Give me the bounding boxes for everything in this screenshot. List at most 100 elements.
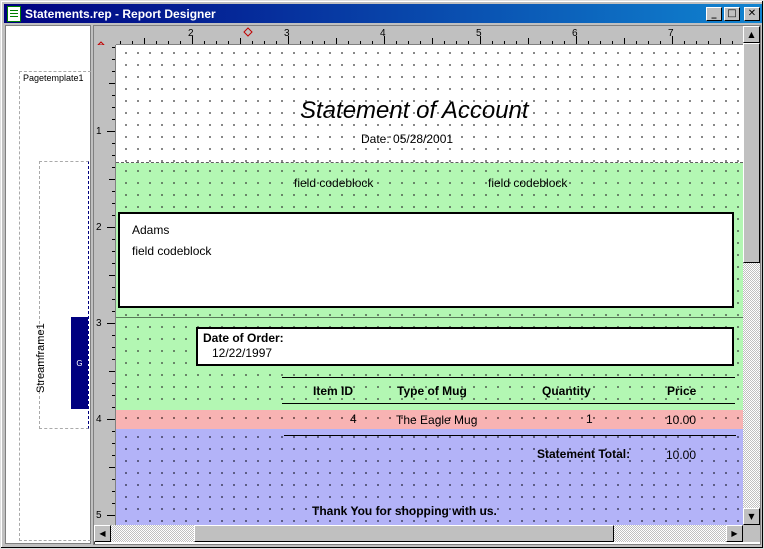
horizontal-scrollbar[interactable]: ◀ ▶ [94, 525, 743, 542]
ruler-tick [348, 41, 349, 44]
horizontal-ruler[interactable]: 2 3 4 5 6 7 [116, 26, 743, 45]
ruler-tick [112, 251, 115, 252]
ruler-v-label: 3 [96, 318, 102, 329]
ruler-tick [336, 38, 337, 44]
ruler-tick [564, 41, 565, 44]
ruler-v-label: 1 [96, 126, 102, 137]
ruler-tick [112, 407, 115, 408]
streamframe-label: Streamframe1 [35, 323, 47, 393]
ruler-tick [112, 71, 115, 72]
ruler-tick [180, 41, 181, 44]
ruler-tick [112, 491, 115, 492]
ruler-corner [94, 26, 116, 46]
ruler-tick [684, 41, 685, 44]
minimize-button[interactable]: _ [706, 6, 722, 21]
detail-price[interactable]: 10.00 [666, 413, 696, 427]
ruler-tick [552, 41, 553, 44]
ruler-tick [112, 383, 115, 384]
scroll-up-icon[interactable]: ▲ [743, 26, 760, 43]
vertical-scrollbar[interactable]: ▲ ▼ [743, 26, 760, 525]
ruler-tick [112, 395, 115, 396]
ruler-tick [109, 275, 115, 276]
horizontal-scroll-thumb[interactable] [194, 525, 614, 542]
group-selector-bar[interactable]: G [71, 317, 88, 409]
ruler-tick [516, 41, 517, 44]
report-date[interactable]: Date: 05/28/2001 [361, 132, 453, 146]
ruler-tick [708, 41, 709, 44]
ruler-tick [540, 41, 541, 44]
report-designer-window: Statements.rep - Report Designer _ □ ✕ P… [0, 0, 764, 549]
date-of-order-value[interactable]: 12/22/1997 [212, 346, 272, 360]
scroll-left-icon[interactable]: ◀ [94, 525, 111, 542]
ruler-tick [107, 515, 115, 516]
ruler-tick [112, 47, 115, 48]
ruler-tick [112, 203, 115, 204]
marker-icon [96, 41, 106, 46]
ruler-tick [112, 191, 115, 192]
ruler-tick [112, 479, 115, 480]
ruler-tick [288, 36, 289, 44]
column-header-quantity[interactable]: Quantity [542, 384, 591, 398]
ruler-tick [109, 467, 115, 468]
close-button[interactable]: ✕ [744, 6, 760, 21]
ruler-tick [156, 41, 157, 44]
date-of-order-label[interactable]: Date of Order: [203, 331, 284, 345]
ruler-tick [612, 41, 613, 44]
ruler-tick [480, 36, 481, 44]
ruler-tick [252, 41, 253, 44]
ruler-tick [112, 431, 115, 432]
maximize-button[interactable]: □ [724, 6, 740, 21]
ruler-tick [109, 83, 115, 84]
ruler-tick [588, 41, 589, 44]
document-icon [7, 5, 21, 22]
ruler-tick [660, 41, 661, 44]
ruler-tick [300, 41, 301, 44]
customer-name[interactable]: Adams [132, 223, 169, 237]
customer-field-codeblock[interactable]: field codeblock [132, 244, 211, 258]
ruler-tick [192, 36, 193, 44]
ruler-tick [636, 41, 637, 44]
ruler-tick [112, 503, 115, 504]
report-title[interactable]: Statement of Account [300, 97, 529, 125]
field-codeblock-2[interactable]: field codeblock [488, 176, 567, 190]
ruler-tick [112, 59, 115, 60]
ruler-tick [732, 41, 733, 44]
ruler-tick [107, 227, 115, 228]
vertical-ruler[interactable]: 1 2 3 4 5 [94, 45, 116, 525]
ruler-tick [228, 41, 229, 44]
customer-box[interactable]: Adams field codeblock [118, 212, 734, 308]
statement-total-label[interactable]: Statement Total: [537, 447, 630, 461]
ruler-tick [112, 455, 115, 456]
field-codeblock-1[interactable]: field codeblock [294, 176, 373, 190]
report-canvas[interactable]: Statement of Account Date: 05/28/2001 fi… [116, 45, 743, 525]
ruler-tick [112, 239, 115, 240]
ruler-tick [112, 335, 115, 336]
column-header-price[interactable]: Price [667, 384, 696, 398]
detail-item-id[interactable]: 4 [350, 412, 357, 426]
detail-quantity[interactable]: 1 [586, 412, 593, 426]
ruler-tick [468, 41, 469, 44]
ruler-tick [112, 287, 115, 288]
scroll-down-icon[interactable]: ▼ [743, 508, 760, 525]
order-date-box[interactable]: Date of Order: 12/22/1997 [196, 327, 734, 366]
ruler-tick [624, 38, 625, 44]
header-bottom-rule [282, 403, 735, 404]
scroll-right-icon[interactable]: ▶ [726, 525, 743, 542]
title-bar[interactable]: Statements.rep - Report Designer _ □ ✕ [4, 4, 762, 23]
ruler-tick [528, 38, 529, 44]
detail-type[interactable]: The Eagle Mug [396, 413, 477, 427]
vertical-scroll-thumb[interactable] [743, 43, 760, 263]
ruler-v-label: 4 [96, 414, 102, 425]
ruler-tick [112, 347, 115, 348]
ruler-v-label: 5 [96, 510, 102, 521]
ruler-tick [720, 38, 721, 44]
indent-marker-icon[interactable] [243, 27, 253, 37]
statement-total-value[interactable]: 10.00 [666, 448, 696, 462]
ruler-tick [107, 419, 115, 420]
column-header-item-id[interactable]: Item ID [313, 384, 353, 398]
ruler-tick [384, 36, 385, 44]
thank-you-message[interactable]: Thank You for shopping with us. [312, 504, 497, 518]
ruler-tick [672, 36, 673, 44]
column-header-type[interactable]: Type of Mug [397, 384, 467, 398]
ruler-tick [312, 41, 313, 44]
